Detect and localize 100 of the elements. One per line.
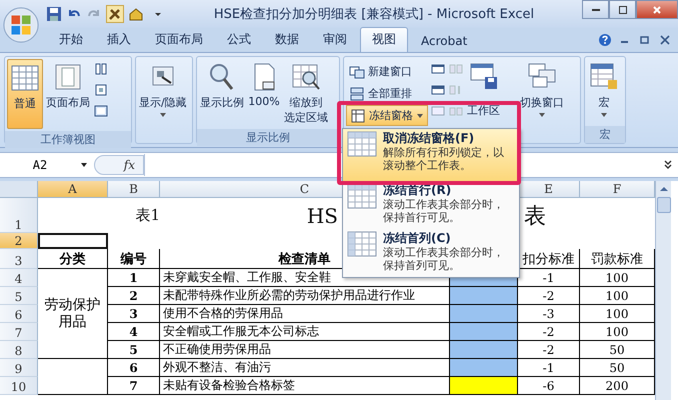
row-header[interactable]: 9 <box>0 359 38 377</box>
minimize-button[interactable] <box>582 0 609 19</box>
row-header[interactable]: 2 <box>0 233 38 249</box>
column-header[interactable]: F <box>580 181 655 198</box>
grid-icon <box>350 108 366 124</box>
table-cell: 5 <box>108 341 160 359</box>
freeze-grid-icon <box>347 183 377 209</box>
caret-icon <box>416 112 424 118</box>
windows-icon <box>349 64 365 80</box>
full-screen-icon[interactable] <box>93 103 109 119</box>
menu-item-description: 解除所有行和列锁定，以滚动整个工作表。 <box>383 146 505 172</box>
table-cell: 分类 <box>38 249 108 269</box>
switch-windows-button[interactable]: 切换窗口 <box>519 59 565 120</box>
sheet-title: 表 <box>523 202 547 230</box>
menu-item-description: 滚动工作表其余部分时，保持首行可见。 <box>383 198 505 224</box>
menu-item-title: 冻结首列(C) <box>383 231 452 246</box>
column-header[interactable]: B <box>108 181 160 198</box>
scroll-thumb[interactable] <box>656 197 670 213</box>
ribbon-tab[interactable]: 审阅 <box>312 28 358 52</box>
name-box[interactable]: A2 <box>0 158 80 172</box>
table-cell: -3 <box>518 305 580 323</box>
freeze-grid-icon <box>347 231 377 257</box>
table-cell: 200 <box>580 377 655 395</box>
table-cell: 扣分标准 <box>518 249 580 269</box>
table-cell: 100 <box>580 287 655 305</box>
table-cell: 100 <box>580 323 655 341</box>
restore-button[interactable] <box>609 0 636 19</box>
column-header[interactable]: A <box>38 181 108 198</box>
table-cell: 6 <box>108 359 160 377</box>
zoom-100-button[interactable]: 100% <box>247 59 281 110</box>
ribbon-tab[interactable]: 视图 <box>360 27 408 52</box>
custom-view-icon[interactable] <box>93 82 109 98</box>
menu-item[interactable]: 取消冻结窗格(F) 解除所有行和列锁定，以滚动整个工作表。 <box>343 129 519 181</box>
ribbon-tab[interactable]: 公式 <box>216 28 262 52</box>
insert-function-button[interactable]: fx <box>94 155 144 175</box>
page-layout-button[interactable]: 页面布局 <box>45 59 91 112</box>
row-header[interactable]: 1 <box>0 198 38 233</box>
table-cell: 2 <box>108 287 160 305</box>
table-cell <box>38 359 108 395</box>
caret-icon <box>600 112 608 118</box>
ribbon-tab[interactable]: 插入 <box>96 28 142 52</box>
table-cell: 50 <box>580 341 655 359</box>
row-header[interactable]: 5 <box>0 287 38 305</box>
table-cell: 1 <box>108 269 160 287</box>
table-cell: 使用不合格的劳保用品 <box>160 305 450 323</box>
freeze-panes-button[interactable]: 冻结窗格 <box>346 105 428 126</box>
vertical-scrollbar[interactable] <box>655 181 671 400</box>
restore-icon <box>618 4 628 14</box>
column-header[interactable]: E <box>518 181 580 198</box>
zoom-to-selection-button[interactable]: 缩放到 选定区域 <box>283 59 329 127</box>
page-break-icon[interactable] <box>93 61 109 77</box>
close-button[interactable] <box>636 0 678 19</box>
group-label: 工作簿视图 <box>5 131 131 148</box>
table-cell: 罚款标准 <box>580 249 655 269</box>
row-header[interactable]: 4 <box>0 269 38 287</box>
close-icon[interactable] <box>658 33 672 47</box>
caret-icon[interactable] <box>80 162 88 168</box>
row-header[interactable]: 3 <box>0 249 38 269</box>
table-cell: 3 <box>108 305 160 323</box>
new-window-button[interactable]: 新建窗口 <box>346 61 428 82</box>
row-header[interactable]: 7 <box>0 323 38 341</box>
scroll-up-icon[interactable] <box>658 185 668 193</box>
table-cell: 外观不整洁、有油污 <box>160 359 450 377</box>
show-hide-button[interactable]: 显示/隐藏 <box>138 59 188 120</box>
caret-icon <box>158 112 167 118</box>
zoom-button[interactable]: 显示比例 <box>199 59 245 112</box>
tools-icon[interactable] <box>106 5 124 23</box>
minimize-icon <box>590 8 600 10</box>
close-icon <box>652 4 662 14</box>
row-header[interactable]: 10 <box>0 377 38 395</box>
table-cell: 100 <box>580 269 655 287</box>
table-cell: 50 <box>580 359 655 377</box>
office-button[interactable] <box>2 6 40 44</box>
table-cell: -1 <box>518 269 580 287</box>
ribbon-tab[interactable]: 数据 <box>264 28 310 52</box>
ribbon-tab[interactable]: Acrobat <box>410 31 478 52</box>
help-icon[interactable] <box>598 33 612 47</box>
table-cell: 未配带特殊作业所必需的劳动保护用品进行作业 <box>160 287 450 305</box>
arrange-all-button[interactable]: 全部重排 <box>346 83 428 104</box>
normal-view-button[interactable]: 普通 <box>7 59 43 129</box>
ribbon-tab[interactable]: 开始 <box>48 28 94 52</box>
house-icon[interactable] <box>128 6 144 22</box>
customize-caret-icon[interactable] <box>154 10 162 18</box>
save-icon[interactable] <box>46 6 62 22</box>
expand-icon[interactable] <box>662 159 674 171</box>
row-header[interactable]: 8 <box>0 341 38 359</box>
active-cell[interactable] <box>38 233 108 249</box>
table-cell: 未贴有设备检验合格标签 <box>160 377 450 395</box>
table-cell: -6 <box>518 377 580 395</box>
save-workspace-button[interactable]: 工作区 <box>466 59 501 120</box>
macros-button[interactable]: 宏 <box>587 59 621 120</box>
table-cell: -2 <box>518 341 580 359</box>
freeze-grid-icon <box>347 131 377 157</box>
table-label: 表1 <box>134 205 160 226</box>
table-cell: -2 <box>518 287 580 305</box>
row-header[interactable]: 6 <box>0 305 38 323</box>
table-cell: 不正确使用劳保用品 <box>160 341 450 359</box>
table-cell: -2 <box>518 323 580 341</box>
ribbon-tab[interactable]: 页面布局 <box>144 28 214 52</box>
menu-item-title: 冻结首行(R) <box>383 183 452 198</box>
